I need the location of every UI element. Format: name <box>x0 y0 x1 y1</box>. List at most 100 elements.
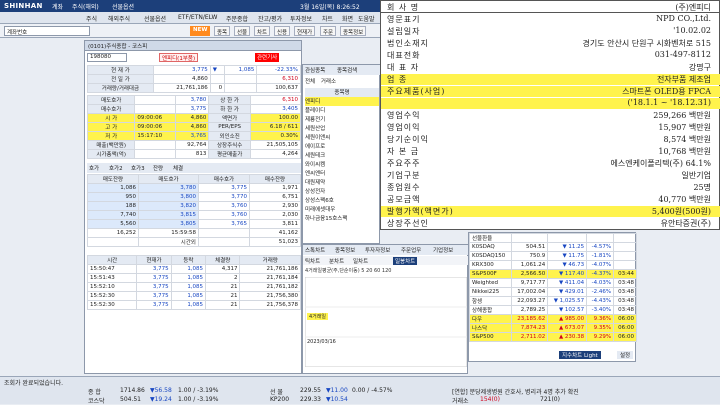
table-row: 15:52:30 3,775 1,085 21 21,756,378 <box>86 300 301 310</box>
top-tab-foreign-stock[interactable]: 주식(해외) <box>72 2 99 11</box>
orderbook-tabs: 호가 호가2 호가3 잔량 체결 <box>87 163 301 173</box>
toolbar-button-credit[interactable]: 신용 <box>274 26 291 36</box>
subtab-minute[interactable]: 분차트 <box>329 257 344 265</box>
tab-executions[interactable]: 체결 <box>173 164 183 172</box>
table-row[interactable]: 5,560 3,805 3,765 3,811 <box>87 219 302 229</box>
value: 스마트폰 OLED용 FPCA <box>622 87 711 96</box>
current-price: 3,775 <box>152 65 211 75</box>
label: 매수호가 <box>86 104 136 114</box>
value: 0.30% <box>249 131 302 141</box>
table-row[interactable]: 7,740 3,815 3,760 2,030 <box>87 210 302 220</box>
radio-all[interactable]: 전체 <box>305 79 315 85</box>
menu-futures[interactable]: 선물옵션 <box>144 14 166 23</box>
cell <box>613 260 637 270</box>
subtab-day[interactable]: 일차트 <box>353 257 368 265</box>
value: 813 <box>175 149 210 159</box>
tab-orderbook[interactable]: 호가 <box>89 164 99 172</box>
tab-remaining[interactable]: 잔량 <box>153 164 163 172</box>
menu-help[interactable]: 도움말 <box>358 14 375 23</box>
company-row: 설립일자 '10.02.02 <box>381 26 720 37</box>
tab-company-info[interactable]: 기업정보 <box>433 246 453 254</box>
list-item[interactable]: 엔씨엔터 <box>305 169 379 178</box>
toolbar-button-chart[interactable]: 차트 <box>254 26 271 36</box>
kp200-label: KP200 <box>270 396 290 403</box>
cell: K0SDAQ <box>469 242 512 252</box>
toolbar-button-order[interactable]: 주문 <box>320 26 337 36</box>
list-item[interactable]: 상성전자 <box>305 187 379 196</box>
cell: 750.9 <box>510 251 549 261</box>
settings-button[interactable]: 설정 <box>617 351 634 359</box>
table-row: K0SDAQ 504.51 ▼ 11.25 -4.57% <box>469 242 637 252</box>
toolbar-button-stock[interactable]: 종목 <box>214 26 231 36</box>
menu-foreign-stock[interactable]: 해외주식 <box>108 14 130 23</box>
list-item[interactable]: 와이씨켐 <box>305 160 379 169</box>
table-row: 저 가 15:17:10 3,765 외인소진 0.30% <box>86 131 302 141</box>
company-row: 종업원수 25명 <box>381 182 720 193</box>
list-item[interactable]: 미래에셋대우 <box>305 205 379 214</box>
stock-code-input[interactable]: 198080 <box>87 53 127 62</box>
volume-v2: 0 <box>209 83 226 93</box>
menu-screen[interactable]: 화면 <box>342 14 353 23</box>
news-ticker[interactable]: [연합] 분당제생병원 간호사, 병리과 4명 추가 확진 <box>452 387 579 396</box>
tab-orderbook-3[interactable]: 호가3 <box>131 164 145 172</box>
cell: 03:48 <box>613 287 637 297</box>
stock-name-tag[interactable]: 엔피디(1부품) <box>159 53 199 62</box>
subtab-tick[interactable]: 틱차트 <box>305 257 320 265</box>
cell: ▼ 46.73 <box>547 260 588 270</box>
tab-stock-info[interactable]: 종목정보 <box>335 246 355 254</box>
tab-watchlist[interactable]: 관심종목 <box>305 66 325 74</box>
toolbar-button-info[interactable]: 종목정보 <box>340 26 367 36</box>
cell: -4.43% <box>586 296 615 306</box>
label: 액면가 <box>208 113 251 123</box>
account-search-input[interactable]: 계좌번호 <box>4 26 90 36</box>
tab-stock-chart[interactable]: 스톡차트 <box>305 246 325 254</box>
list-item[interactable]: 세원이앤씨 <box>305 133 379 142</box>
table-row[interactable]: 188 3,820 3,760 2,930 <box>87 201 302 211</box>
list-item[interactable]: 세원테크 <box>305 151 379 160</box>
menu-order[interactable]: 주문종합 <box>226 14 248 23</box>
table-row[interactable]: 950 3,800 3,770 6,751 <box>87 192 302 202</box>
list-item[interactable]: 세원산업 <box>305 124 379 133</box>
top-tab-account[interactable]: 계좌 <box>52 2 63 11</box>
related-news-button[interactable]: 관련기사 <box>255 53 280 62</box>
chart-window: 스톡차트 종목정보 투자자정보 주문업무 기업정보 틱차트 분차트 일차트 일봉… <box>302 244 469 374</box>
tab-order-work[interactable]: 주문업무 <box>401 246 421 254</box>
table-row: 15:50:47 3,775 1,085 4,317 21,761,186 <box>86 264 301 274</box>
table-row: 시가총액(억) 813 평균매출가 4,264 <box>86 149 302 159</box>
subtab-daily-candle[interactable]: 일봉차트 <box>393 257 418 265</box>
list-item[interactable]: 대원제약 <box>305 178 379 187</box>
exchange-value: 154(0) <box>480 396 500 403</box>
menu-invest-info[interactable]: 투자정보 <box>290 14 312 23</box>
toolbar-button-futures[interactable]: 선물 <box>234 26 251 36</box>
cell: 다우 <box>469 314 512 324</box>
index-chart-button[interactable]: 지수차트 Light <box>559 351 601 359</box>
time <box>134 140 177 150</box>
list-item[interactable]: 엔피디 <box>305 97 379 106</box>
list-item[interactable]: 제룡전기 <box>305 115 379 124</box>
radio-kospi[interactable]: 거래소 <box>321 79 336 85</box>
tab-investor-info[interactable]: 투자자정보 <box>365 246 390 254</box>
cell: 1,085 <box>170 300 207 310</box>
menu-etf[interactable]: ETF/ETN/ELW <box>178 14 217 21</box>
company-row: 대 표 자 강명구 <box>381 62 720 73</box>
cell <box>197 228 250 238</box>
list-item[interactable]: 상성스팩6호 <box>305 196 379 205</box>
tab-orderbook-2[interactable]: 호가2 <box>109 164 123 172</box>
menu-chart[interactable]: 차트 <box>322 14 333 23</box>
new-button[interactable]: NEW <box>190 26 211 36</box>
menu-balance[interactable]: 잔고/평가 <box>258 14 282 23</box>
top-tab-futures[interactable]: 선물옵션 <box>112 2 134 11</box>
toolbar-button-price[interactable]: 현재가 <box>294 26 316 36</box>
table-row[interactable]: 1,086 3,780 3,775 1,971 <box>87 183 302 193</box>
toolbar: 계좌번호 NEW 종목 선물 차트 신용 현재가 주문 종목정보 <box>0 24 380 38</box>
menu-stock[interactable]: 주식 <box>86 14 97 23</box>
cell: 22,093.27 <box>510 296 549 306</box>
tab-search[interactable]: 종목검색 <box>337 66 357 74</box>
label: 고 가 <box>86 122 136 132</box>
stock-code-row: 198080 엔피디(1부품) 관련기사 <box>87 53 301 63</box>
cell: -2.46% <box>586 287 615 297</box>
cell: 03:48 <box>613 305 637 315</box>
list-item[interactable]: 플레이디 <box>305 106 379 115</box>
list-item[interactable]: 에이프로 <box>305 142 379 151</box>
list-item[interactable]: 하나금융15호스팩 <box>305 214 379 223</box>
